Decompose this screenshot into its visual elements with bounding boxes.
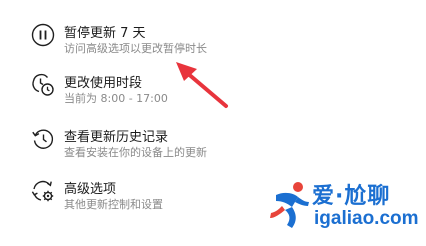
watermark-sep: · [335,184,345,209]
watermark-cn-text: 爱·尬聊 [312,178,390,210]
history-icon [30,126,56,152]
update-history-subtitle: 查看安装在你的设备上的更新 [64,146,207,159]
advanced-options-title: 高级选项 [64,182,117,197]
pause-updates-subtitle: 访问高级选项以更改暂停时长 [64,42,207,55]
update-history-title: 查看更新历史记录 [64,130,169,145]
red-arrow-icon [170,56,230,110]
active-hours-title: 更改使用时段 [64,76,143,91]
pause-icon [30,22,56,48]
update-history-item[interactable]: 查看更新历史记录 查看安装在你的设备上的更新 [0,122,426,178]
watermark-en-text: igaliao.com [314,208,419,229]
advanced-options-subtitle: 其他更新控制和设置 [64,198,163,211]
watermark-cn-2: 尬聊 [344,184,391,209]
watermark-cn-1: 爱 [312,184,336,209]
clock-schedule-icon [30,72,56,98]
watermark-logo: 爱·尬聊 igaliao.com [268,176,426,236]
pause-updates-title: 暂停更新 7 天 [64,26,146,41]
runner-logo-icon [268,180,310,232]
gear-sync-icon [30,178,56,204]
active-hours-subtitle: 当前为 8:00 - 17:00 [64,92,168,105]
